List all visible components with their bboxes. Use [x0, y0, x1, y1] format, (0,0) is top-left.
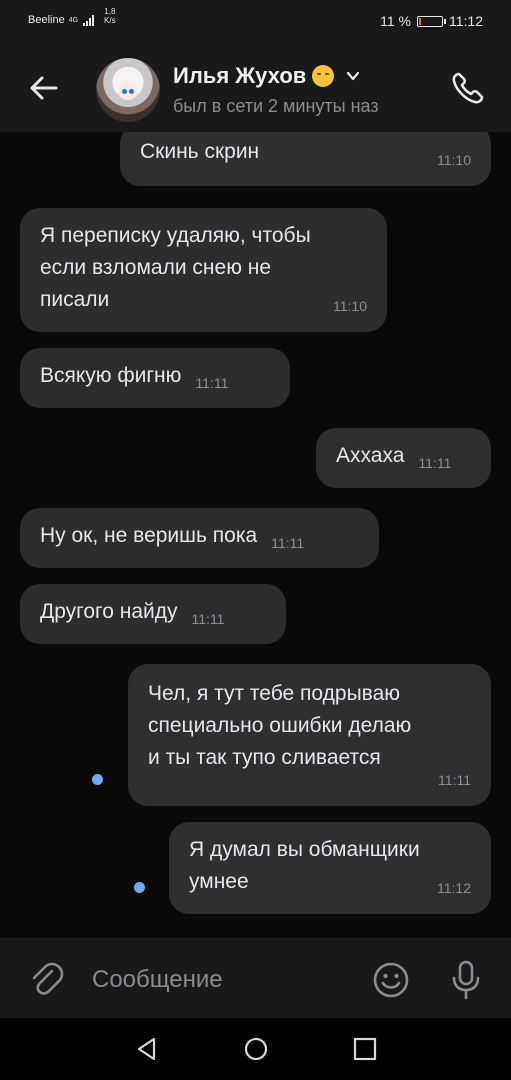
contact-name-row[interactable]: Илья Жухов: [173, 63, 360, 89]
square-recents-icon[interactable]: [352, 1036, 378, 1062]
message-time: 11:11: [195, 375, 229, 391]
battery-fill: [419, 17, 421, 25]
message-text: Чел, я тут тебе подрываю специально ошиб…: [148, 682, 412, 769]
microphone-icon[interactable]: [450, 959, 482, 1001]
avatar-eye: [129, 89, 134, 94]
avatar-eye: [122, 89, 127, 94]
message-time: 11:12: [437, 880, 471, 896]
unread-indicator: [92, 774, 103, 785]
message-text: Ну ок, не веришь пока: [40, 524, 258, 547]
speed-unit: K/s: [104, 16, 116, 25]
sneezing-face-emoji-icon: [312, 65, 335, 87]
chat-header: Илья Жухов был в сети 2 минуты наз: [0, 44, 511, 132]
message-bubble[interactable]: Всякую фигню 11:11: [20, 348, 290, 408]
message-bubble[interactable]: Я думал вы обманщики умнее 11:12: [169, 822, 491, 914]
message-bubble[interactable]: Аххаха 11:11: [316, 428, 491, 488]
triangle-back-icon[interactable]: [134, 1036, 160, 1062]
arrow-left-icon[interactable]: [26, 70, 62, 106]
message-text: Всякую фигню: [40, 364, 182, 387]
status-bar: Beeline 4G 1,8 K/s 11 % 11:12: [0, 0, 511, 44]
message-bubble[interactable]: Скинь скрин 11:10: [120, 132, 491, 186]
message-text: Я думал вы обманщики умнее: [189, 838, 420, 893]
message-time: 11:10: [333, 298, 367, 314]
message-time: 11:11: [438, 772, 471, 788]
system-nav-bar: [0, 1018, 511, 1080]
chevron-down-icon: [347, 71, 360, 81]
status-left: Beeline 4G 1,8 K/s: [28, 7, 116, 26]
contact-name: Илья Жухов: [173, 63, 307, 88]
network-type: 4G: [68, 16, 79, 24]
clock: 11:12: [449, 13, 483, 29]
status-right: 11 % 11:12: [380, 13, 483, 29]
message-composer: Сообщение: [0, 938, 511, 1018]
last-seen-status: был в сети 2 минуты наз: [173, 96, 379, 116]
message-text: Я переписку удаляю, чтобы если взломали …: [40, 224, 311, 311]
message-text: Другого найду: [40, 600, 178, 623]
message-time: 11:11: [418, 455, 452, 471]
carrier-label: Beeline: [28, 14, 65, 26]
battery-percent: 11 %: [380, 13, 411, 29]
message-bubble[interactable]: Другого найду 11:11: [20, 584, 286, 644]
message-text: Аххаха: [336, 444, 405, 467]
message-bubble[interactable]: Чел, я тут тебе подрываю специально ошиб…: [128, 664, 491, 806]
avatar[interactable]: [96, 58, 160, 122]
message-input[interactable]: Сообщение: [92, 966, 223, 994]
message-text: Скинь скрин: [140, 140, 260, 163]
message-list[interactable]: Скинь скрин 11:10 Я переписку удаляю, чт…: [0, 132, 511, 938]
avatar-face: [118, 82, 138, 100]
message-time: 11:10: [437, 152, 471, 168]
message-bubble[interactable]: Я переписку удаляю, чтобы если взломали …: [20, 208, 387, 332]
message-time: 11:11: [191, 611, 225, 627]
unread-indicator: [134, 882, 145, 893]
message-bubble[interactable]: Ну ок, не веришь пока 11:11: [20, 508, 379, 568]
battery-icon: [417, 15, 446, 27]
circle-home-icon[interactable]: [243, 1036, 269, 1062]
smiley-icon[interactable]: [372, 961, 410, 999]
speed-value: 1,8: [104, 7, 116, 16]
message-time: 11:11: [271, 535, 305, 551]
data-speed: 1,8 K/s: [104, 7, 116, 25]
signal-icon: [83, 14, 95, 26]
paperclip-icon[interactable]: [28, 959, 64, 999]
phone-icon[interactable]: [448, 68, 488, 108]
